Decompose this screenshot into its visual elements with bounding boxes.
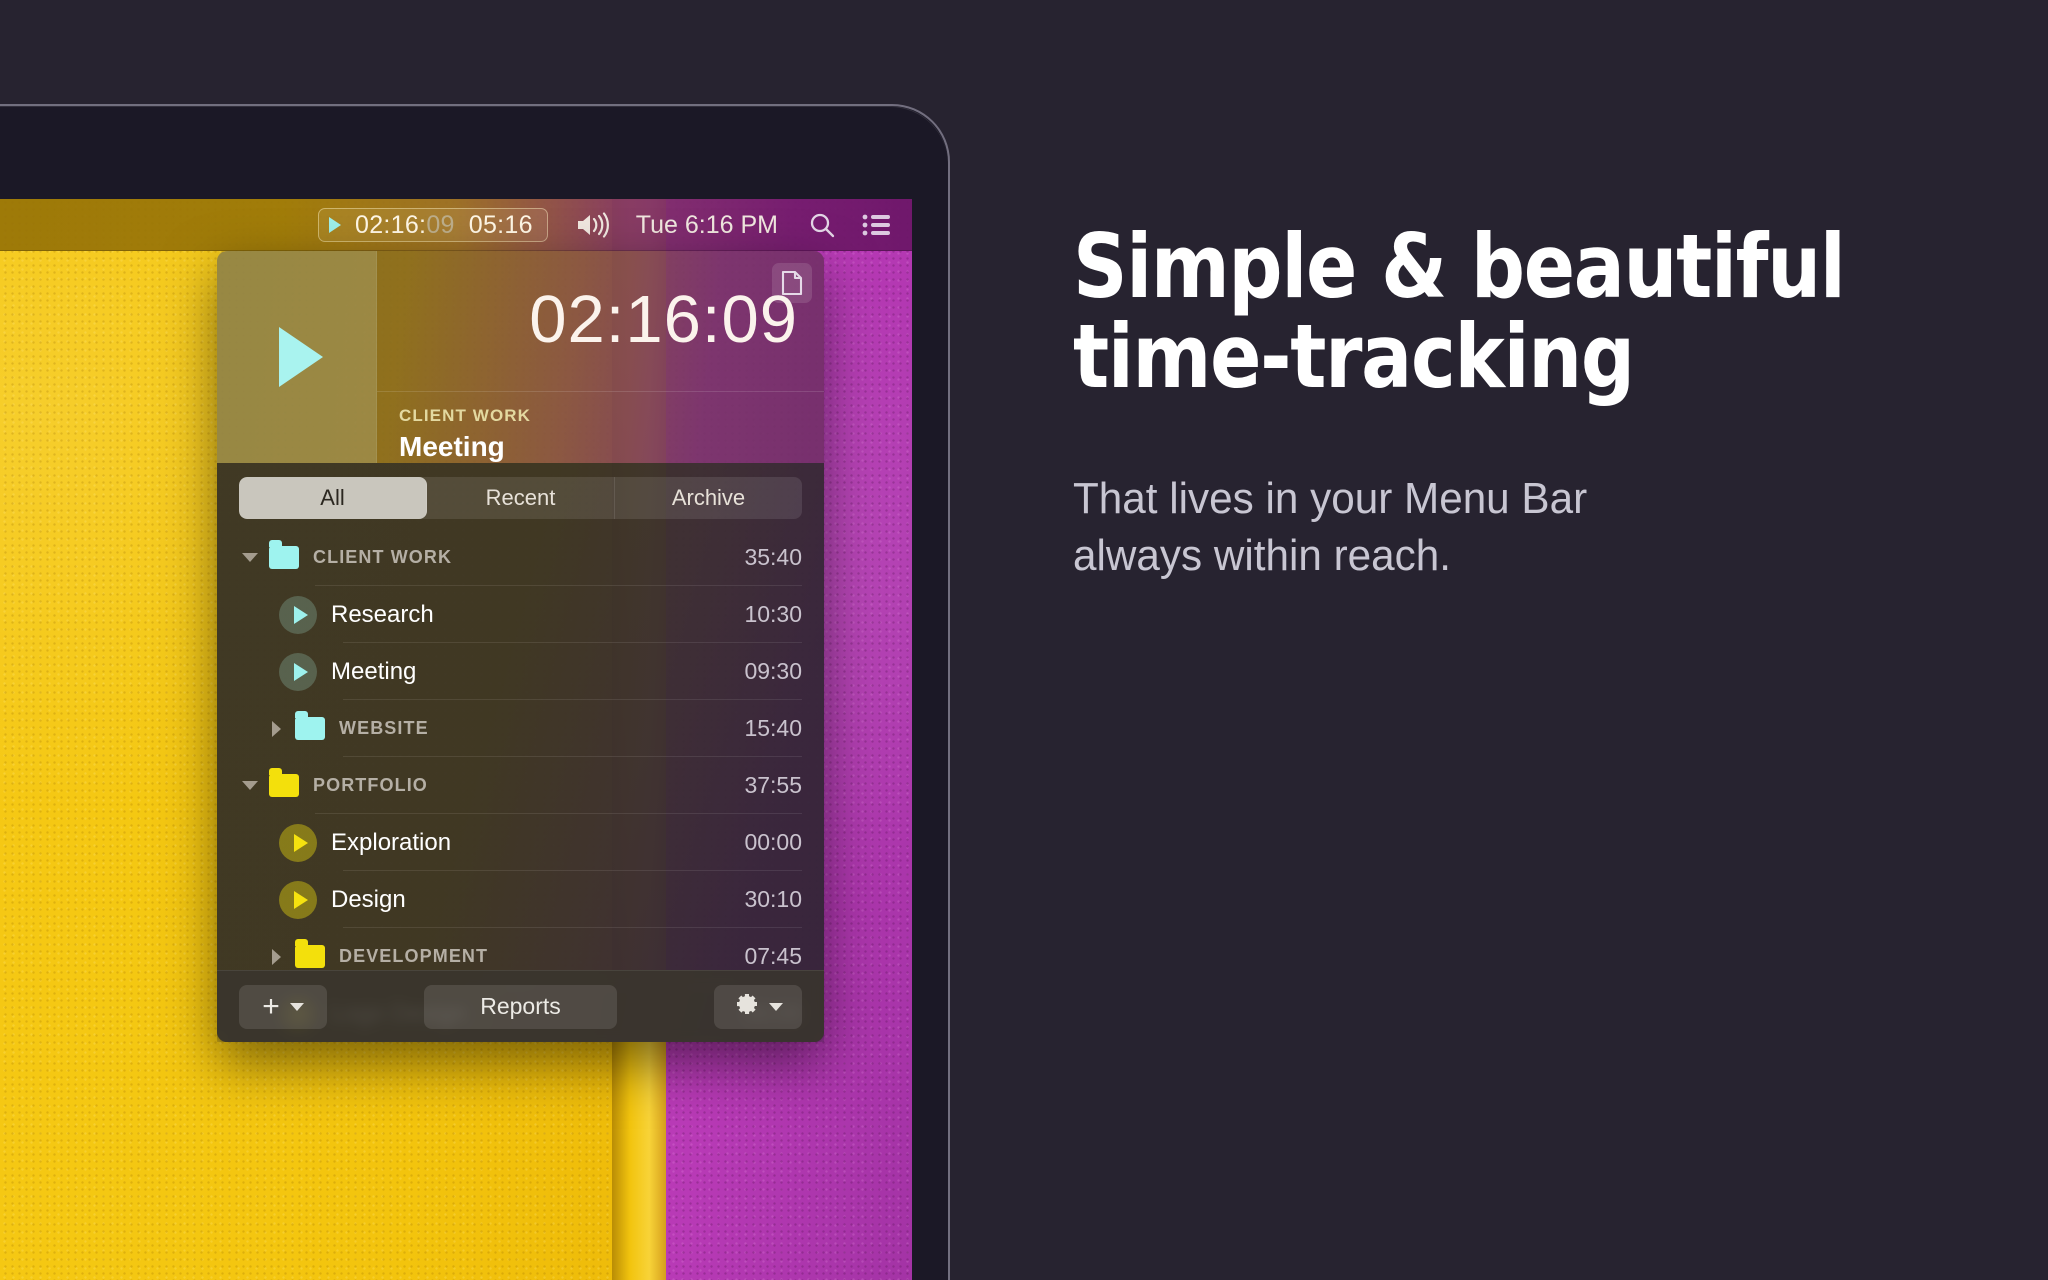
task-time: 30:10 <box>744 886 802 912</box>
folder-icon <box>269 540 299 569</box>
list-item[interactable]: PORTFOLIO 37:55 <box>217 757 824 814</box>
menubar-timer-secondary: 05:16 <box>468 210 533 239</box>
task-name: Design <box>331 885 406 913</box>
folder-icon <box>295 939 325 968</box>
menubar-timer-widget[interactable]: 02:16:09 05:16 <box>318 208 548 242</box>
marketing-copy: Simple & beautiful time-tracking That li… <box>1073 222 1973 584</box>
panel-toolbar: + Reports <box>217 970 824 1042</box>
group-time: 15:40 <box>744 715 802 741</box>
page-root: 02:16:09 05:16 Tue 6:16 PM 02:16:09 CLIE… <box>0 0 2048 1280</box>
chevron-right-icon[interactable] <box>265 948 287 965</box>
list-item[interactable]: CLIENT WORK 35:40 <box>217 529 824 586</box>
subtitle-line-1: That lives in your Menu Bar <box>1073 473 1588 523</box>
headline-line-2: time-tracking <box>1073 304 1635 408</box>
list-item[interactable]: Meeting 09:30 <box>217 643 824 700</box>
folder-icon <box>295 711 325 740</box>
page-title: Simple & beautiful time-tracking <box>1073 222 1847 402</box>
task-name: Exploration <box>331 828 452 856</box>
timer-elapsed-display: 02:16:09 <box>377 251 824 392</box>
list-item[interactable]: Design 30:10 <box>217 871 824 928</box>
macos-menu-bar: 02:16:09 05:16 Tue 6:16 PM <box>0 199 912 251</box>
task-time: 10:30 <box>744 601 802 627</box>
chevron-down-icon[interactable] <box>239 553 261 562</box>
reports-button[interactable]: Reports <box>424 984 617 1029</box>
list-item[interactable]: Exploration 00:00 <box>217 814 824 871</box>
menubar-timer-elapsed: 02:16:09 <box>355 210 455 239</box>
task-name: Meeting <box>331 657 417 685</box>
timer-header: 02:16:09 CLIENT WORK Meeting <box>217 251 824 463</box>
task-time: 09:30 <box>744 658 802 684</box>
settings-button[interactable] <box>713 984 802 1029</box>
headline-line-1: Simple & beautiful <box>1073 215 1846 318</box>
timer-task-label: Meeting <box>399 431 505 462</box>
tab-recent[interactable]: Recent <box>427 477 615 519</box>
plus-icon: + <box>262 989 280 1023</box>
play-icon[interactable] <box>279 823 317 862</box>
chevron-down-icon[interactable] <box>239 781 261 790</box>
group-name: WEBSITE <box>339 718 429 738</box>
play-icon[interactable] <box>279 595 317 634</box>
timer-info: 02:16:09 CLIENT WORK Meeting <box>377 251 824 463</box>
gear-icon <box>733 991 759 1022</box>
start-stop-timer-button[interactable] <box>217 251 377 463</box>
timer-app-panel: 02:16:09 CLIENT WORK Meeting All Recent … <box>217 251 824 1042</box>
note-icon[interactable] <box>772 263 812 303</box>
play-icon <box>329 217 341 233</box>
timer-elapsed-value: 02:16:09 <box>529 281 798 357</box>
search-icon[interactable] <box>808 211 836 239</box>
folder-icon <box>269 768 299 797</box>
group-time: 07:45 <box>744 943 802 969</box>
chevron-right-icon[interactable] <box>265 720 287 737</box>
chevron-down-icon <box>768 1002 783 1011</box>
group-time: 35:40 <box>744 544 802 570</box>
subtitle-line-2: always within reach. <box>1073 530 1451 580</box>
panel-body: All Recent Archive CLIENT WORK 35:40 Res… <box>217 463 824 1042</box>
page-subtitle: That lives in your Menu Bar always withi… <box>1073 470 1937 584</box>
volume-icon[interactable] <box>576 212 610 238</box>
group-name: CLIENT WORK <box>313 547 453 567</box>
laptop-device: 02:16:09 05:16 Tue 6:16 PM 02:16:09 CLIE… <box>0 104 950 1280</box>
play-icon <box>278 327 323 387</box>
project-task-list: CLIENT WORK 35:40 Research 10:30 Meeting… <box>217 529 824 1042</box>
tab-all[interactable]: All <box>239 477 427 519</box>
task-name: Research <box>331 600 434 628</box>
tab-archive[interactable]: Archive <box>615 477 802 519</box>
timer-project-label: CLIENT WORK <box>399 406 532 425</box>
group-name: PORTFOLIO <box>313 775 428 795</box>
play-icon[interactable] <box>279 652 317 691</box>
group-time: 37:55 <box>744 772 802 798</box>
play-icon[interactable] <box>279 880 317 919</box>
task-time: 00:00 <box>744 829 802 855</box>
menubar-clock[interactable]: Tue 6:16 PM <box>636 211 778 240</box>
chevron-down-icon <box>289 1002 304 1011</box>
list-item[interactable]: Research 10:30 <box>217 586 824 643</box>
list-item[interactable]: WEBSITE 15:40 <box>217 700 824 757</box>
add-entry-button[interactable]: + <box>239 984 327 1029</box>
laptop-screen: 02:16:09 05:16 Tue 6:16 PM 02:16:09 CLIE… <box>0 199 912 1280</box>
timer-current-entry: CLIENT WORK Meeting <box>377 392 824 463</box>
control-center-icon[interactable] <box>862 213 892 237</box>
filter-tabs: All Recent Archive <box>239 477 802 519</box>
group-name: DEVELOPMENT <box>339 946 489 966</box>
